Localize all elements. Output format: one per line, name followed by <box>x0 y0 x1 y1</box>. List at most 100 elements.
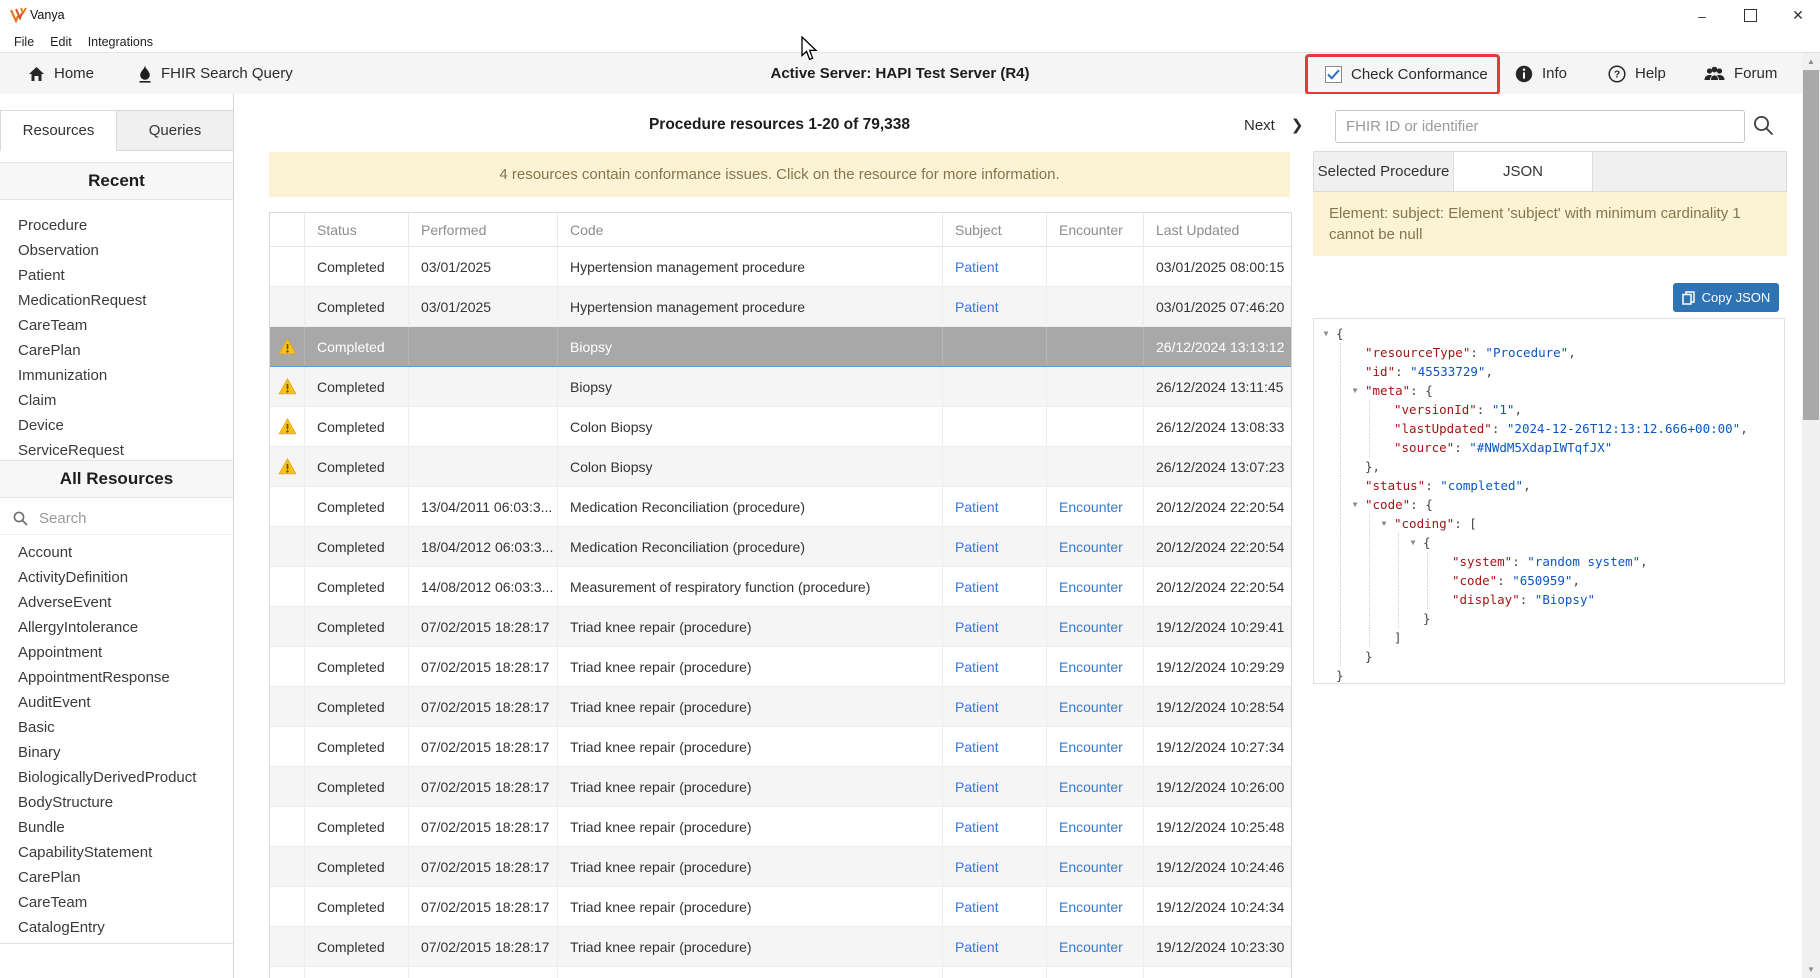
table-row[interactable]: CompletedBiopsy26/12/2024 13:11:45 <box>270 367 1291 407</box>
table-row[interactable]: Completed07/02/2015 18:28:17Triad knee r… <box>270 607 1291 647</box>
table-row[interactable]: Completed03/01/2025Hypertension manageme… <box>270 247 1291 287</box>
sidebar-item-careteam[interactable]: CareTeam <box>0 890 233 915</box>
sidebar-item-careplan[interactable]: CarePlan <box>0 338 233 363</box>
sidebar-item-observation[interactable]: Observation <box>0 238 233 263</box>
expander-icon[interactable]: ▼ <box>1348 495 1362 514</box>
table-row[interactable]: Completed03/01/2025Hypertension manageme… <box>270 287 1291 327</box>
subject-link[interactable]: Patient <box>955 819 999 835</box>
scroll-up-icon[interactable]: ▲ <box>1802 53 1820 70</box>
encounter-link[interactable]: Encounter <box>1059 579 1123 595</box>
sidebar-item-adverseevent[interactable]: AdverseEvent <box>0 590 233 615</box>
sidebar-item-allergyintolerance[interactable]: AllergyIntolerance <box>0 615 233 640</box>
sidebar-item-careteam[interactable]: CareTeam <box>0 313 233 338</box>
encounter-link[interactable]: Encounter <box>1059 539 1123 555</box>
fhir-search-query-button[interactable]: FHIR Search Query <box>138 53 293 94</box>
subject-link[interactable]: Patient <box>955 899 999 915</box>
encounter-link[interactable]: Encounter <box>1059 739 1123 755</box>
table-row[interactable]: Completed07/02/2015 18:28:17Triad knee r… <box>270 967 1291 978</box>
sidebar-item-bodystructure[interactable]: BodyStructure <box>0 790 233 815</box>
tab-queries[interactable]: Queries <box>117 110 234 151</box>
table-row[interactable]: Completed07/02/2015 18:28:17Triad knee r… <box>270 647 1291 687</box>
forum-button[interactable]: Forum <box>1704 53 1777 94</box>
sidebar-item-account[interactable]: Account <box>0 540 233 565</box>
subject-link[interactable]: Patient <box>955 539 999 555</box>
table-row[interactable]: Completed14/08/2012 06:03:3...Measuremen… <box>270 567 1291 607</box>
sidebar-item-claim[interactable]: Claim <box>0 388 233 413</box>
sidebar-item-careplan[interactable]: CarePlan <box>0 865 233 890</box>
sidebar-item-biologicallyderivedproduct[interactable]: BiologicallyDerivedProduct <box>0 765 233 790</box>
sidebar-item-binary[interactable]: Binary <box>0 740 233 765</box>
subject-link[interactable]: Patient <box>955 739 999 755</box>
table-row[interactable]: Completed07/02/2015 18:28:17Triad knee r… <box>270 847 1291 887</box>
tab-resources[interactable]: Resources <box>0 110 117 151</box>
table-row[interactable]: Completed07/02/2015 18:28:17Triad knee r… <box>270 807 1291 847</box>
subject-link[interactable]: Patient <box>955 859 999 875</box>
menu-integrations[interactable]: Integrations <box>80 31 161 52</box>
sidebar-search[interactable] <box>0 502 233 535</box>
close-button[interactable]: ✕ <box>1779 0 1817 31</box>
table-row[interactable]: Completed07/02/2015 18:28:17Triad knee r… <box>270 727 1291 767</box>
tab-json[interactable]: JSON <box>1454 152 1593 191</box>
encounter-link[interactable]: Encounter <box>1059 699 1123 715</box>
next-page-button[interactable]: Next ❯ <box>1244 116 1303 134</box>
sidebar-item-auditevent[interactable]: AuditEvent <box>0 690 233 715</box>
fhir-id-input[interactable] <box>1335 110 1745 143</box>
table-row[interactable]: Completed07/02/2015 18:28:17Triad knee r… <box>270 687 1291 727</box>
subject-link[interactable]: Patient <box>955 699 999 715</box>
sidebar-item-servicerequest[interactable]: ServiceRequest <box>0 438 233 460</box>
expander-icon[interactable]: ▼ <box>1319 324 1333 343</box>
sidebar-item-bundle[interactable]: Bundle <box>0 815 233 840</box>
sidebar-item-catalogentry[interactable]: CatalogEntry <box>0 915 233 940</box>
subject-link[interactable]: Patient <box>955 619 999 635</box>
table-row[interactable]: CompletedBiopsy26/12/2024 13:13:12 <box>270 327 1291 367</box>
sidebar-search-input[interactable] <box>37 509 211 528</box>
info-button[interactable]: Info <box>1515 53 1567 94</box>
copy-json-button[interactable]: Copy JSON <box>1673 283 1779 312</box>
home-button[interactable]: Home <box>28 53 94 94</box>
encounter-link[interactable]: Encounter <box>1059 899 1123 915</box>
encounter-link[interactable]: Encounter <box>1059 619 1123 635</box>
table-row[interactable]: Completed07/02/2015 18:28:17Triad knee r… <box>270 887 1291 927</box>
encounter-link[interactable]: Encounter <box>1059 819 1123 835</box>
scroll-down-icon[interactable]: ▼ <box>1802 961 1820 978</box>
sidebar-item-immunization[interactable]: Immunization <box>0 363 233 388</box>
sidebar-item-procedure[interactable]: Procedure <box>0 213 233 238</box>
sidebar-item-appointmentresponse[interactable]: AppointmentResponse <box>0 665 233 690</box>
expander-icon[interactable]: ▼ <box>1406 533 1420 552</box>
table-row[interactable]: Completed07/02/2015 18:28:17Triad knee r… <box>270 767 1291 807</box>
scrollbar-thumb[interactable] <box>1803 70 1819 420</box>
expander-icon[interactable]: ▼ <box>1348 381 1362 400</box>
sidebar-item-medicationrequest[interactable]: MedicationRequest <box>0 288 233 313</box>
subject-link[interactable]: Patient <box>955 259 999 275</box>
subject-link[interactable]: Patient <box>955 659 999 675</box>
sidebar-item-capabilitystatement[interactable]: CapabilityStatement <box>0 840 233 865</box>
maximize-button[interactable] <box>1731 0 1769 31</box>
subject-link[interactable]: Patient <box>955 939 999 955</box>
encounter-link[interactable]: Encounter <box>1059 779 1123 795</box>
encounter-link[interactable]: Encounter <box>1059 859 1123 875</box>
table-row[interactable]: Completed07/02/2015 18:28:17Triad knee r… <box>270 927 1291 967</box>
tab-selected-procedure[interactable]: Selected Procedure <box>1314 152 1454 191</box>
sidebar-item-device[interactable]: Device <box>0 413 233 438</box>
expander-icon[interactable]: ▼ <box>1377 514 1391 533</box>
sidebar-item-basic[interactable]: Basic <box>0 715 233 740</box>
encounter-link[interactable]: Encounter <box>1059 659 1123 675</box>
encounter-link[interactable]: Encounter <box>1059 499 1123 515</box>
help-button[interactable]: ? Help <box>1608 53 1666 94</box>
table-row[interactable]: CompletedColon Biopsy26/12/2024 13:08:33 <box>270 407 1291 447</box>
table-row[interactable]: Completed18/04/2012 06:03:3...Medication… <box>270 527 1291 567</box>
subject-link[interactable]: Patient <box>955 499 999 515</box>
subject-link[interactable]: Patient <box>955 779 999 795</box>
menu-file[interactable]: File <box>6 31 42 52</box>
table-row[interactable]: CompletedColon Biopsy26/12/2024 13:07:23 <box>270 447 1291 487</box>
window-scrollbar[interactable]: ▲ ▼ <box>1802 53 1820 978</box>
minimize-button[interactable]: – <box>1683 0 1721 31</box>
sidebar-item-appointment[interactable]: Appointment <box>0 640 233 665</box>
search-icon[interactable] <box>1753 115 1774 136</box>
sidebar-item-activitydefinition[interactable]: ActivityDefinition <box>0 565 233 590</box>
subject-link[interactable]: Patient <box>955 299 999 315</box>
check-conformance-checkbox[interactable] <box>1325 66 1342 83</box>
encounter-link[interactable]: Encounter <box>1059 939 1123 955</box>
menu-edit[interactable]: Edit <box>42 31 80 52</box>
subject-link[interactable]: Patient <box>955 579 999 595</box>
